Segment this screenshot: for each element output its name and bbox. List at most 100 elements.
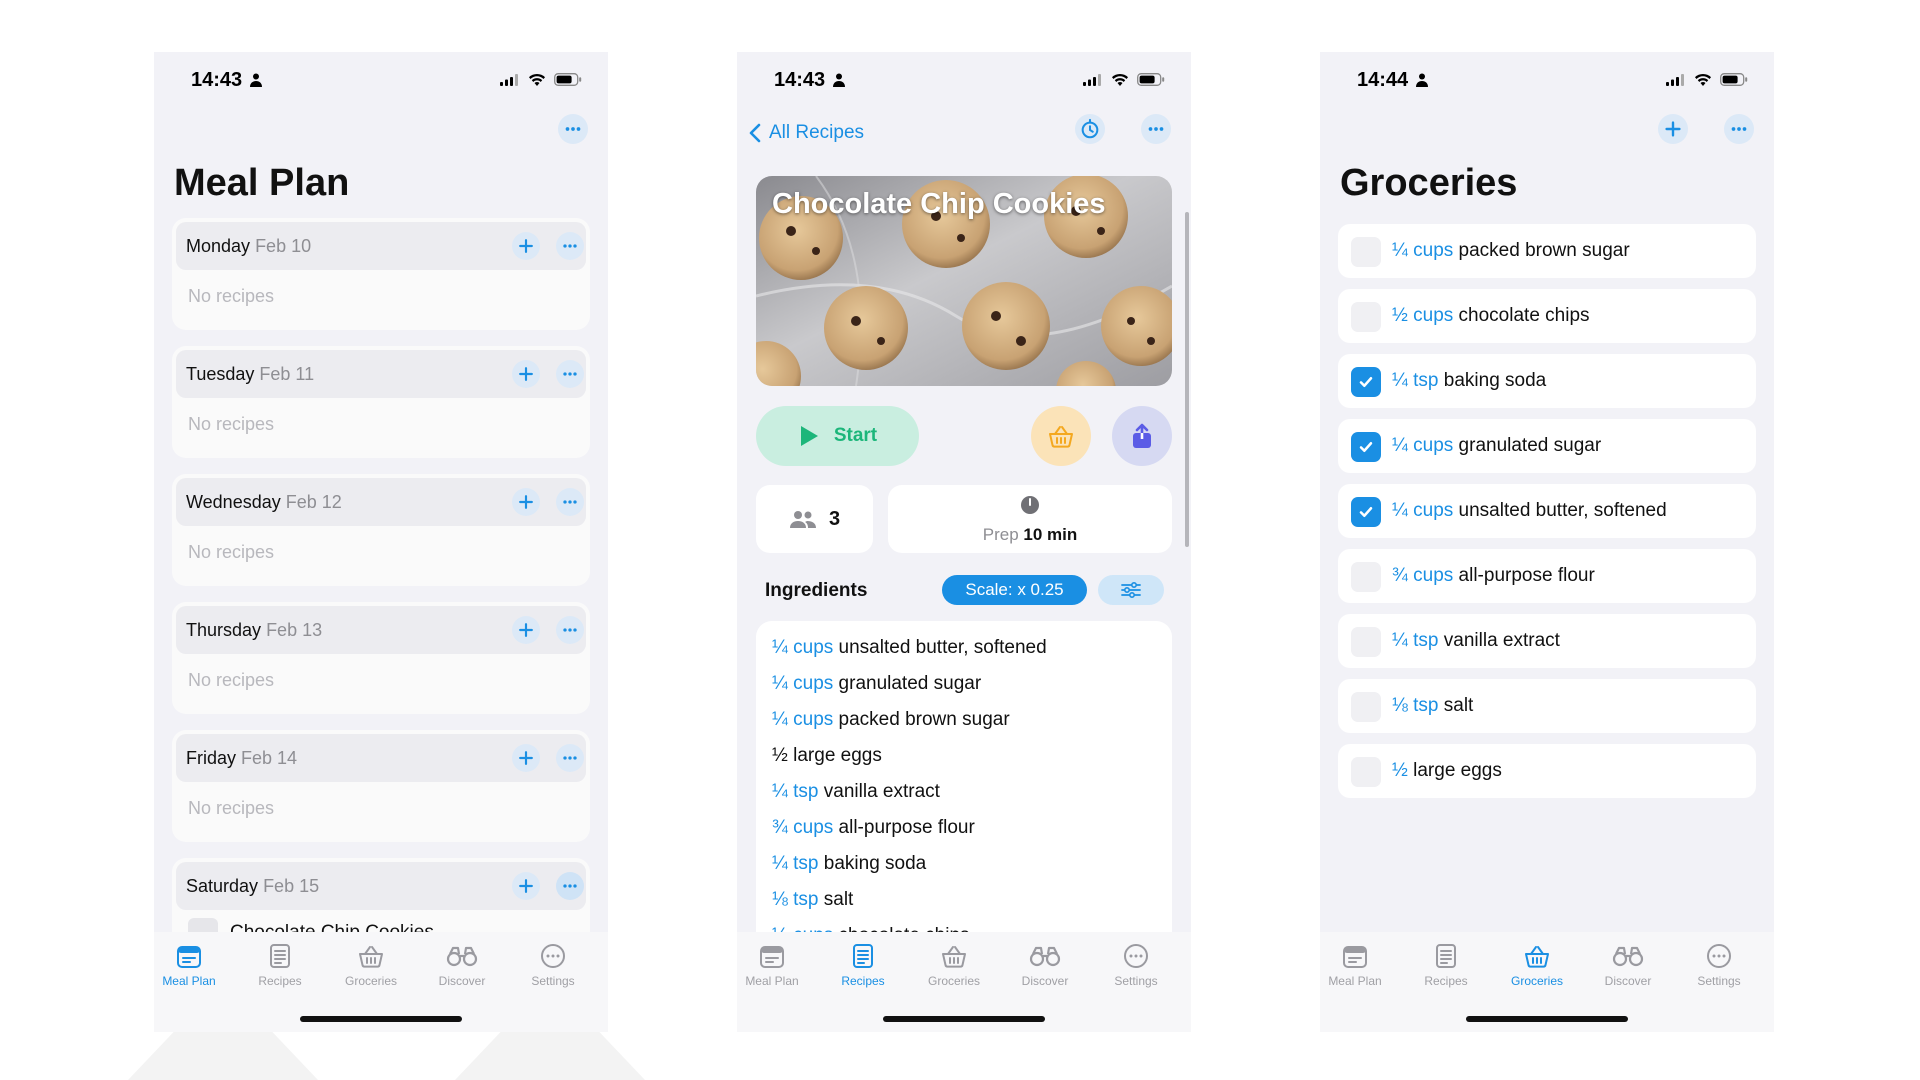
grocery-qty: ⅛ tsp (1392, 695, 1439, 716)
checkbox-checked[interactable] (1351, 367, 1381, 397)
ellipsis-icon (560, 236, 580, 256)
binoculars-icon (1611, 942, 1645, 970)
tab-discover[interactable]: Discover (1000, 942, 1090, 988)
add-to-groceries-button[interactable] (1031, 406, 1091, 466)
tab-label: Groceries (927, 974, 980, 988)
checkbox-checked[interactable] (1351, 432, 1381, 462)
ingredient-name: baking soda (823, 853, 927, 874)
tab-recipes[interactable]: Recipes (235, 942, 325, 988)
tab-discover[interactable]: Discover (417, 942, 507, 988)
ellipsis-icon (560, 876, 580, 896)
checkbox[interactable] (1351, 237, 1381, 267)
add-recipe-button[interactable] (512, 744, 540, 772)
timer-button[interactable] (1075, 114, 1105, 144)
add-recipe-button[interactable] (512, 872, 540, 900)
checkbox[interactable] (1351, 692, 1381, 722)
tab-groceries[interactable]: Groceries (1492, 942, 1582, 988)
signal-icon (500, 74, 520, 86)
checkbox[interactable] (1351, 627, 1381, 657)
add-recipe-button[interactable] (512, 616, 540, 644)
tab-meal-plan[interactable]: Meal Plan (1320, 942, 1400, 988)
day-more-button[interactable] (556, 360, 584, 388)
grocery-text: ¼ cups packed brown sugar (1392, 240, 1630, 262)
grocery-item[interactable]: ½ cups chocolate chips (1338, 289, 1756, 343)
checkbox[interactable] (1351, 757, 1381, 787)
more-options-button[interactable] (558, 114, 588, 144)
empty-label: No recipes (188, 414, 275, 434)
checkbox-checked[interactable] (1351, 497, 1381, 527)
ellipsis-icon (1728, 118, 1750, 140)
empty-label: No recipes (188, 798, 275, 818)
grocery-item[interactable]: ⅛ tsp salt (1338, 679, 1756, 733)
tab-label: Recipes (1424, 974, 1468, 988)
ingredient-row: ¼ tsp baking soda (772, 853, 926, 875)
basket-icon (357, 942, 385, 970)
grocery-item[interactable]: ¼ cups packed brown sugar (1338, 224, 1756, 278)
tab-groceries[interactable]: Groceries (326, 942, 416, 988)
ingredient-name: granulated sugar (838, 673, 982, 694)
day-card-monday: Monday Feb 10 No recipes (172, 218, 590, 330)
status-time: 14:44 (1357, 69, 1409, 91)
plus-icon (516, 876, 536, 896)
add-recipe-button[interactable] (512, 488, 540, 516)
add-item-button[interactable] (1658, 114, 1688, 144)
grocery-qty: ½ cups (1392, 305, 1454, 326)
plus-icon (1662, 118, 1684, 140)
day-more-button[interactable] (556, 232, 584, 260)
tab-settings[interactable]: Settings (1091, 942, 1181, 988)
day-title: Wednesday Feb 12 (186, 492, 342, 513)
grocery-name: baking soda (1443, 370, 1547, 391)
checkbox[interactable] (1351, 562, 1381, 592)
tab-recipes[interactable]: Recipes (818, 942, 908, 988)
scale-button[interactable]: Scale: x 0.25 (942, 575, 1087, 605)
grocery-item[interactable]: ½ large eggs (1338, 744, 1756, 798)
adjust-button[interactable] (1098, 575, 1164, 605)
tab-groceries[interactable]: Groceries (909, 942, 999, 988)
tab-discover[interactable]: Discover (1583, 942, 1673, 988)
day-name: Wednesday (186, 492, 281, 512)
grocery-item[interactable]: ¼ tsp baking soda (1338, 354, 1756, 408)
wifi-icon (1111, 73, 1129, 86)
tab-bar: Meal Plan Recipes Groceries Discover Set… (154, 932, 608, 1032)
grocery-text: ½ cups chocolate chips (1392, 305, 1590, 327)
tab-meal-plan[interactable]: Meal Plan (737, 942, 817, 988)
grocery-text: ¼ cups granulated sugar (1392, 435, 1601, 457)
servings-card[interactable]: 3 (756, 485, 873, 553)
more-options-button[interactable] (1141, 114, 1171, 144)
tab-settings[interactable]: Settings (1674, 942, 1764, 988)
day-date: Feb 15 (263, 876, 320, 896)
grocery-name: packed brown sugar (1458, 240, 1630, 261)
more-options-button[interactable] (1724, 114, 1754, 144)
day-more-button[interactable] (556, 872, 584, 900)
status-bar: 14:43 (737, 52, 1191, 112)
checkbox[interactable] (1351, 302, 1381, 332)
scrollbar[interactable] (1185, 212, 1189, 547)
tab-recipes[interactable]: Recipes (1401, 942, 1491, 988)
battery-icon (554, 73, 582, 86)
tab-label: Meal Plan (1328, 974, 1382, 988)
ellipsis-icon (560, 620, 580, 640)
tab-settings[interactable]: Settings (508, 942, 598, 988)
share-button[interactable] (1112, 406, 1172, 466)
day-date: Feb 12 (285, 492, 342, 512)
recipe-detail-screen: 14:43 All Recipes Chocolate Chip Cookies… (737, 52, 1191, 1032)
day-more-button[interactable] (556, 744, 584, 772)
empty-label: No recipes (188, 542, 275, 562)
grocery-qty: ¼ tsp (1392, 630, 1439, 651)
back-label: All Recipes (769, 122, 865, 143)
tab-meal-plan[interactable]: Meal Plan (154, 942, 234, 988)
empty-label: No recipes (188, 286, 275, 306)
tab-label: Recipes (258, 974, 302, 988)
grocery-item[interactable]: ¼ cups unsalted butter, softened (1338, 484, 1756, 538)
day-more-button[interactable] (556, 488, 584, 516)
day-more-button[interactable] (556, 616, 584, 644)
back-button[interactable]: All Recipes (749, 122, 864, 144)
add-recipe-button[interactable] (512, 360, 540, 388)
grocery-item[interactable]: ¼ tsp vanilla extract (1338, 614, 1756, 668)
add-recipe-button[interactable] (512, 232, 540, 260)
grocery-item[interactable]: ¼ cups granulated sugar (1338, 419, 1756, 473)
start-cooking-button[interactable]: Start (756, 406, 919, 466)
basket-icon (1523, 942, 1551, 970)
grocery-item[interactable]: ¾ cups all-purpose flour (1338, 549, 1756, 603)
plus-icon (516, 236, 536, 256)
